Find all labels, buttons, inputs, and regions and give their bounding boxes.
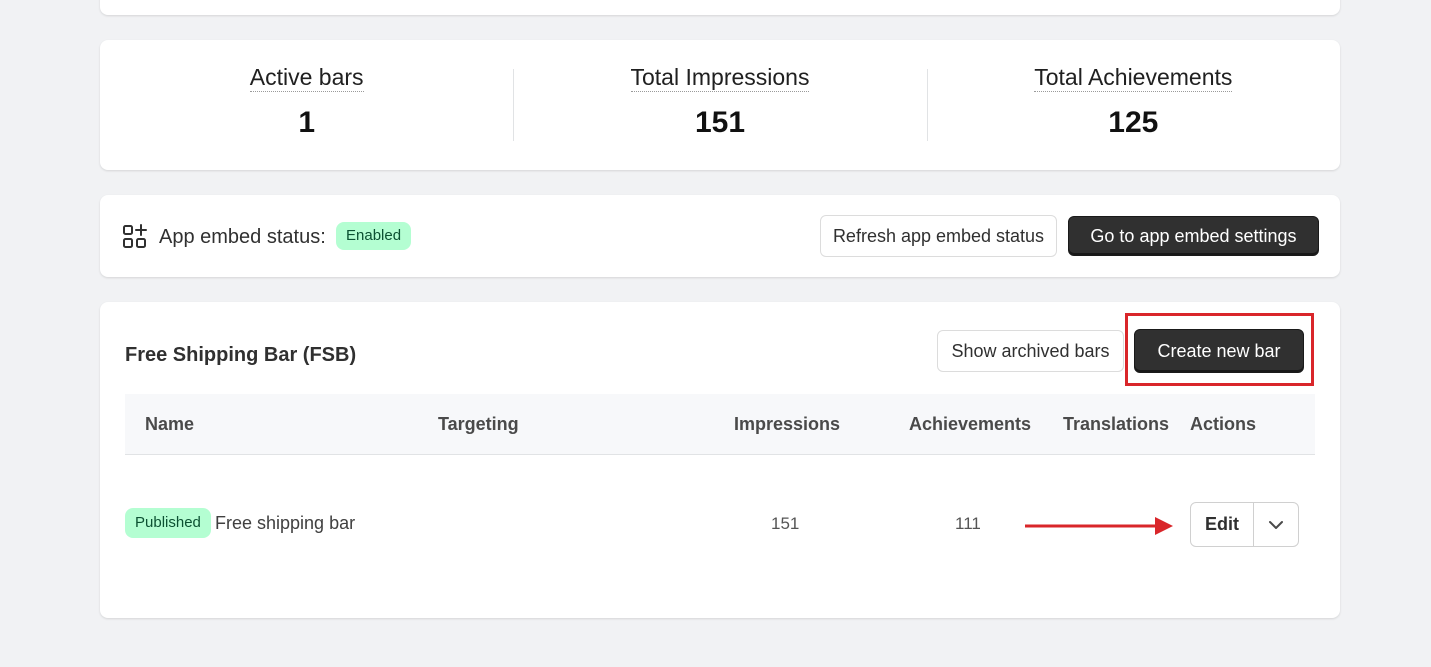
- column-header-achievements: Achievements: [909, 414, 1032, 434]
- stat-label[interactable]: Total Achievements: [1034, 64, 1233, 92]
- column-header-actions: Actions: [1190, 414, 1257, 434]
- app-embed-status-label: App embed status:: [159, 226, 326, 248]
- table-header: Name Targeting Impressions Achievements …: [125, 394, 1315, 455]
- chevron-down-icon: [1269, 520, 1283, 529]
- stats-card: Active bars 1 Total Impressions 151 Tota…: [100, 40, 1340, 170]
- column-header-name: Name: [145, 414, 195, 434]
- apps-add-icon: [123, 224, 147, 248]
- stat-value: 1: [298, 106, 315, 139]
- stat-value: 151: [694, 106, 746, 139]
- fsb-card: Free Shipping Bar (FSB) Show archived ba…: [100, 302, 1340, 618]
- create-new-bar-button[interactable]: Create new bar: [1134, 329, 1304, 373]
- edit-button[interactable]: Edit: [1191, 503, 1254, 546]
- achievements-value: 111: [955, 514, 981, 533]
- more-actions-button[interactable]: [1254, 503, 1298, 546]
- stat-total-impressions: Total Impressions 151: [513, 40, 926, 170]
- column-header-targeting: Targeting: [438, 414, 519, 434]
- refresh-embed-status-button[interactable]: Refresh app embed status: [820, 215, 1057, 257]
- top-card: [100, 0, 1340, 15]
- status-badge: Enabled: [336, 222, 412, 250]
- column-header-translations: Translations: [1063, 414, 1170, 434]
- app-embed-card: App embed status: Enabled Refresh app em…: [100, 195, 1340, 277]
- stat-label[interactable]: Active bars: [249, 64, 364, 92]
- status-badge: Published: [125, 508, 211, 538]
- stat-value: 125: [1108, 106, 1159, 139]
- row-actions-group: Edit: [1190, 502, 1299, 547]
- annotation-arrow-icon: [1025, 517, 1173, 535]
- stat-total-achievements: Total Achievements 125: [926, 40, 1340, 170]
- go-to-embed-settings-button[interactable]: Go to app embed settings: [1068, 216, 1319, 256]
- show-archived-bars-button[interactable]: Show archived bars: [937, 330, 1124, 372]
- bar-name: Free shipping bar: [215, 513, 356, 533]
- section-title: Free Shipping Bar (FSB): [125, 344, 357, 366]
- stat-active-bars: Active bars 1: [100, 40, 513, 170]
- table-row: Published Free shipping bar 151 111 Edit: [125, 455, 1315, 595]
- stat-label[interactable]: Total Impressions: [630, 64, 810, 92]
- impressions-value: 151: [771, 514, 800, 533]
- column-header-impressions: Impressions: [734, 414, 841, 434]
